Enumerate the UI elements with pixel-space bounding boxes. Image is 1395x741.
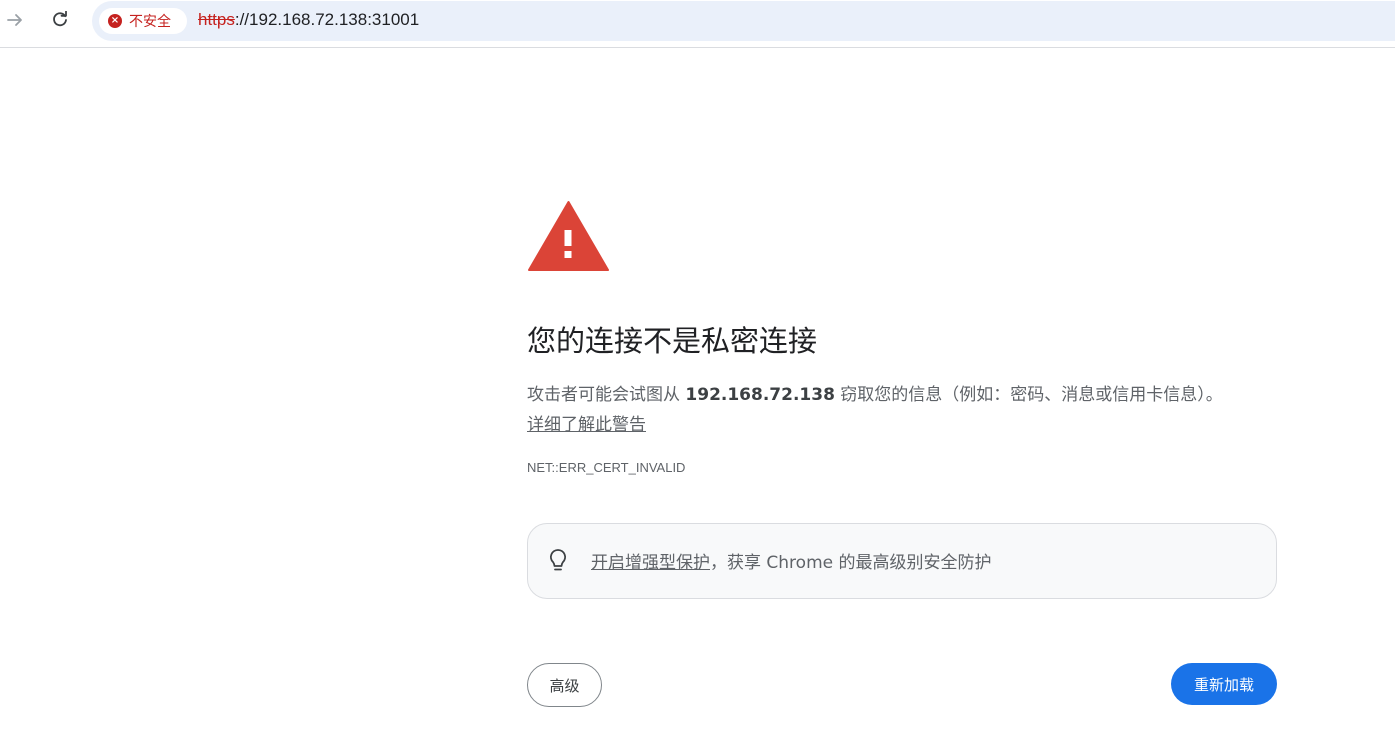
page-title: 您的连接不是私密连接 bbox=[527, 324, 818, 358]
reload-page-button[interactable]: 重新加载 bbox=[1171, 663, 1277, 705]
toolbar-divider bbox=[0, 47, 1395, 48]
reload-icon bbox=[53, 11, 67, 27]
reload-button[interactable] bbox=[45, 5, 75, 35]
address-bar[interactable]: × 不安全 https://192.168.72.138:31001 bbox=[92, 1, 1395, 41]
advanced-button[interactable]: 高级 bbox=[527, 663, 602, 707]
security-chip[interactable]: × 不安全 bbox=[99, 8, 187, 34]
url-scheme: https bbox=[198, 10, 235, 29]
learn-more-link[interactable]: 详细了解此警告 bbox=[527, 410, 646, 440]
url-host: ://192.168.72.138:31001 bbox=[234, 10, 420, 29]
protection-text: 开启增强型保护，获享 Chrome 的最高级别安全防护 bbox=[591, 548, 992, 573]
warning-triangle-icon bbox=[528, 201, 609, 271]
enhanced-protection-banner: 开启增强型保护，获享 Chrome 的最高级别安全防护 bbox=[527, 523, 1277, 599]
enhanced-protection-link[interactable]: 开启增强型保护 bbox=[591, 553, 710, 573]
description-suffix: 窃取您的信息（例如：密码、消息或信用卡信息）。 bbox=[834, 385, 1223, 405]
error-description: 攻击者可能会试图从 192.168.72.138 窃取您的信息（例如：密码、消息… bbox=[527, 380, 1287, 410]
browser-toolbar: × 不安全 https://192.168.72.138:31001 bbox=[0, 0, 1395, 42]
security-label: 不安全 bbox=[129, 14, 171, 30]
description-prefix: 攻击者可能会试图从 bbox=[527, 385, 686, 405]
protection-suffix: ，获享 Chrome 的最高级别安全防护 bbox=[710, 553, 992, 573]
not-secure-icon: × bbox=[108, 14, 122, 28]
lightbulb-icon bbox=[550, 549, 566, 571]
forward-button[interactable] bbox=[0, 5, 30, 35]
error-code: NET::ERR_CERT_INVALID bbox=[527, 460, 686, 475]
description-host: 192.168.72.138 bbox=[685, 385, 835, 405]
url-text[interactable]: https://192.168.72.138:31001 bbox=[198, 10, 419, 30]
arrow-forward-icon bbox=[7, 14, 22, 26]
